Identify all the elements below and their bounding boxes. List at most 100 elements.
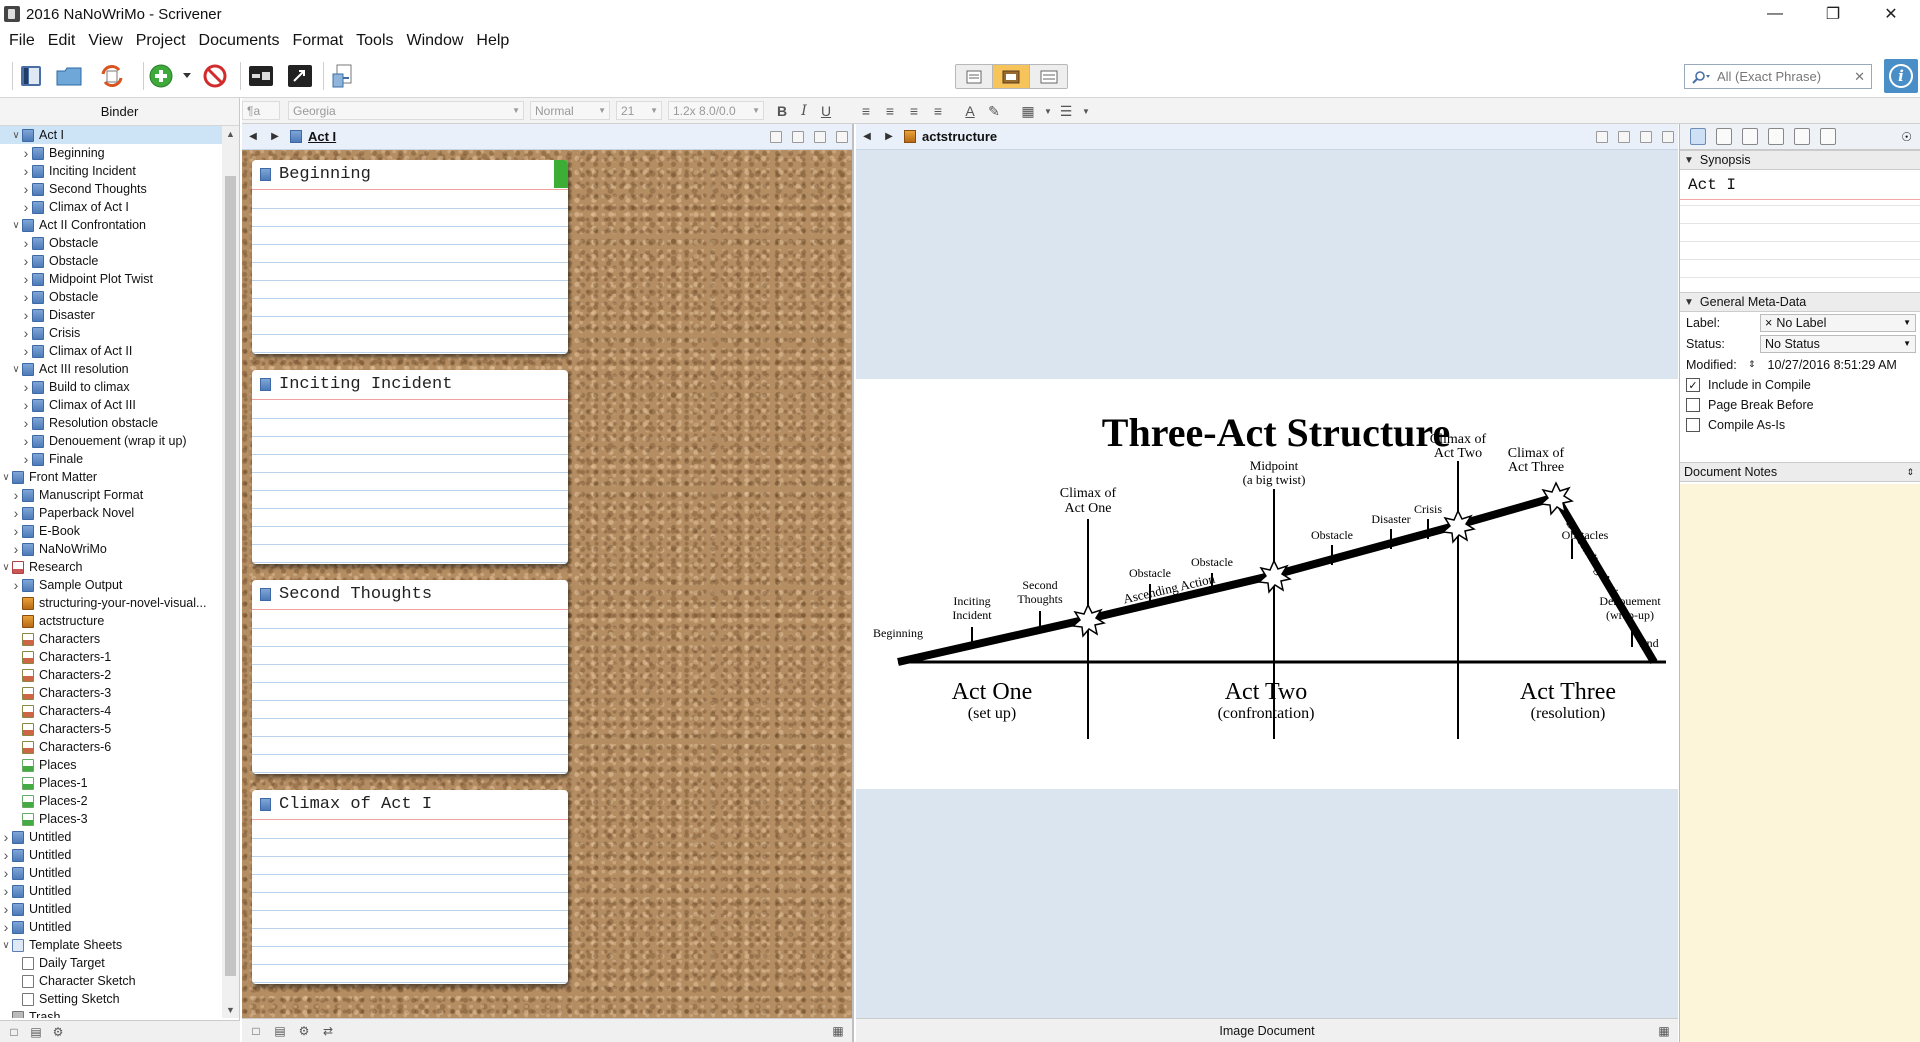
chevron-right-icon[interactable]: › [0, 883, 12, 899]
lock-icon[interactable]: ☉ [1901, 130, 1912, 144]
binder-item[interactable]: › Untitled [0, 864, 222, 882]
italic-button[interactable]: I [794, 101, 814, 121]
binder-item[interactable]: Places-1 [0, 774, 222, 792]
card-title[interactable]: Second Thoughts [279, 585, 432, 604]
synopsis-area[interactable]: Act I [1680, 170, 1920, 292]
chevron-right-icon[interactable]: › [20, 199, 32, 215]
menu-project[interactable]: Project [131, 32, 191, 50]
new-folder-icon[interactable]: ▤ [28, 1024, 44, 1040]
underline-button[interactable]: U [816, 101, 836, 121]
chevron-right-icon[interactable]: › [10, 577, 22, 593]
chevron-right-icon[interactable]: › [20, 235, 32, 251]
binder-item[interactable]: ∨ Template Sheets [0, 936, 222, 954]
down-arrow-icon[interactable] [1618, 131, 1630, 143]
close-button[interactable]: ✕ [1862, 0, 1920, 28]
up-arrow-icon[interactable] [1596, 131, 1608, 143]
new-card-icon[interactable]: □ [248, 1023, 264, 1039]
menu-window[interactable]: Window [402, 32, 469, 50]
align-justify-icon[interactable]: ≡ [928, 101, 948, 121]
document-notes-area[interactable] [1680, 484, 1920, 1042]
binder-item[interactable]: Places-3 [0, 810, 222, 828]
binder-item[interactable]: ∨ Act II Confrontation [0, 216, 222, 234]
new-document-icon[interactable]: □ [6, 1024, 22, 1040]
restore-button[interactable]: ❐ [1804, 0, 1862, 28]
chevron-right-icon[interactable]: › [20, 289, 32, 305]
binder-item[interactable]: › Finale [0, 450, 222, 468]
binder-item[interactable]: Trash [0, 1008, 222, 1018]
binder-item[interactable]: › Disaster [0, 306, 222, 324]
align-center-icon[interactable]: ≡ [880, 101, 900, 121]
arrange-icon[interactable]: ⇄ [320, 1023, 336, 1039]
chevron-down-icon[interactable]: ∨ [10, 130, 22, 141]
outliner-view-button[interactable] [1030, 65, 1067, 88]
chevron-down-icon[interactable]: ∨ [10, 220, 22, 231]
chevron-down-icon[interactable]: ▼ [1076, 101, 1096, 121]
binder-item[interactable]: Characters-3 [0, 684, 222, 702]
binder-item[interactable]: structuring-your-novel-visual... [0, 594, 222, 612]
status-select[interactable]: No Status ▼ [1760, 334, 1916, 353]
index-card[interactable]: Second Thoughts [252, 580, 568, 774]
chevron-right-icon[interactable]: › [20, 433, 32, 449]
chevron-right-icon[interactable]: › [10, 523, 22, 539]
binder-item[interactable]: › Climax of Act II [0, 342, 222, 360]
back-arrow-icon[interactable]: ◀ [242, 131, 264, 142]
metadata-section-header[interactable]: ▼ General Meta-Data [1680, 292, 1920, 312]
image-options-icon[interactable]: ▦ [1656, 1023, 1672, 1039]
sync-icon[interactable] [97, 61, 127, 91]
table-icon[interactable]: ▦ [1018, 101, 1038, 121]
scroll-down-icon[interactable]: ▼ [222, 1002, 239, 1018]
binder-item[interactable]: › Midpoint Plot Twist [0, 270, 222, 288]
page-break-checkbox[interactable] [1686, 398, 1700, 412]
chevron-right-icon[interactable]: › [10, 487, 22, 503]
binder-item[interactable]: › Beginning [0, 144, 222, 162]
comments-tab-icon[interactable] [1820, 128, 1836, 145]
binder-item[interactable]: › Sample Output [0, 576, 222, 594]
chevron-right-icon[interactable]: › [20, 163, 32, 179]
keywords-tab-icon[interactable] [1742, 128, 1758, 145]
chevron-right-icon[interactable]: › [20, 181, 32, 197]
references-tab-icon[interactable] [1716, 128, 1732, 145]
binder-item[interactable]: › Build to climax [0, 378, 222, 396]
include-in-compile-checkbox[interactable]: ✓ [1686, 378, 1700, 392]
split-close-icon[interactable] [836, 131, 848, 143]
document-notes-header[interactable]: Document Notes ⇕ [1680, 462, 1920, 482]
binder-item[interactable]: Daily Target [0, 954, 222, 972]
delete-icon[interactable] [200, 61, 230, 91]
index-card[interactable]: Beginning [252, 160, 568, 354]
chevron-right-icon[interactable]: › [20, 379, 32, 395]
binder-item[interactable]: › Paperback Novel [0, 504, 222, 522]
card-synopsis-area[interactable] [252, 821, 568, 984]
chevron-right-icon[interactable]: › [0, 901, 12, 917]
binder-item[interactable]: Setting Sketch [0, 990, 222, 1008]
binder-item[interactable]: › Resolution obstacle [0, 414, 222, 432]
binder-item[interactable]: Characters-4 [0, 702, 222, 720]
card-title[interactable]: Beginning [279, 165, 371, 184]
paragraph-style-select[interactable]: ¶a [242, 101, 280, 120]
card-synopsis-area[interactable] [252, 191, 568, 354]
chevron-right-icon[interactable]: › [20, 145, 32, 161]
card-synopsis-area[interactable] [252, 611, 568, 774]
inspector-toggle-button[interactable]: i [1884, 59, 1918, 93]
scroll-thumb[interactable] [225, 176, 236, 976]
binder-item[interactable]: › Untitled [0, 846, 222, 864]
binder-item[interactable]: Character Sketch [0, 972, 222, 990]
forward-arrow-icon[interactable]: ▶ [878, 131, 900, 142]
chevron-right-icon[interactable]: › [20, 451, 32, 467]
add-dropdown-icon[interactable] [180, 61, 194, 91]
line-spacing-select[interactable]: 1.2x 8.0/0.0 ▼ [668, 101, 764, 120]
binder-item[interactable]: › Obstacle [0, 234, 222, 252]
up-arrow-icon[interactable] [770, 131, 782, 143]
menu-edit[interactable]: Edit [43, 32, 81, 50]
chevron-right-icon[interactable]: › [20, 253, 32, 269]
chevron-right-icon[interactable]: › [20, 343, 32, 359]
font-size-select[interactable]: 21 ▼ [616, 101, 662, 120]
chevron-right-icon[interactable]: › [10, 541, 22, 557]
binder-item[interactable]: Characters [0, 630, 222, 648]
binder-item[interactable]: › Untitled [0, 918, 222, 936]
compile-as-is-checkbox[interactable] [1686, 418, 1700, 432]
binder-item[interactable]: ∨ Research [0, 558, 222, 576]
binder-item[interactable]: Characters-5 [0, 720, 222, 738]
corkboard-options-icon[interactable]: ▦ [830, 1023, 846, 1039]
synopsis-title[interactable]: Act I [1680, 170, 1920, 200]
split-horizontal-icon[interactable] [1640, 131, 1652, 143]
